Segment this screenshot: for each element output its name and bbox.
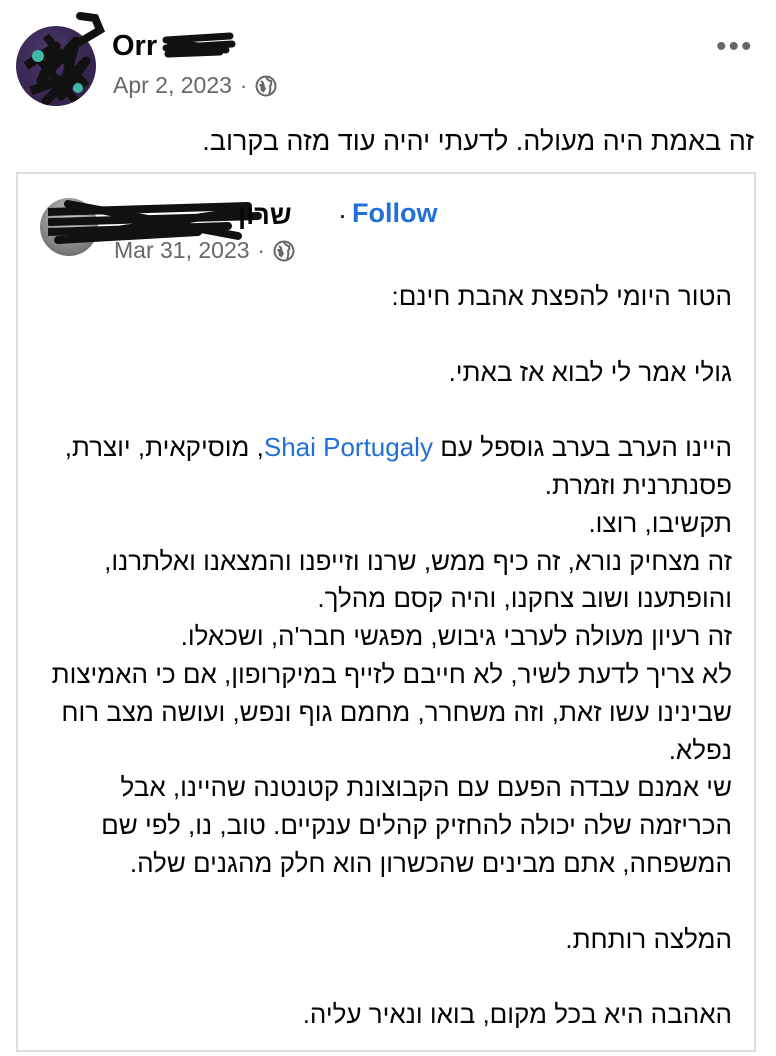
follow-button[interactable]: Follow <box>352 198 437 229</box>
body-text: היינו הערב בערב גוספל עם <box>432 432 732 463</box>
body-line: זה מצחיק נורא, זה כיף ממש, שרנו וזייפנו … <box>104 545 732 614</box>
shared-meta-separator: · <box>257 237 265 263</box>
globe-icon[interactable] <box>255 75 277 97</box>
name-redaction-scribble <box>162 32 236 58</box>
shared-post-meta: Mar 31, 2023 · <box>114 237 295 264</box>
meta-separator: · <box>239 72 248 98</box>
shared-post-date[interactable]: Mar 31, 2023 <box>114 237 250 264</box>
post-meta: Apr 2, 2023 · <box>113 72 277 99</box>
body-line: שי אמנם עבדה הפעם עם הקבוצונת קטנטנה שהי… <box>101 772 732 878</box>
body-line: לא צריך לדעת לשיר, לא חייבם לזייף במיקרו… <box>51 658 732 765</box>
body-line-with-mention: היינו הערב בערב גוספל עם Shai Portugaly,… <box>32 429 732 505</box>
body-line: זה רעיון מעולה לערבי גיבוש, מפגשי חבר'ה,… <box>180 621 732 652</box>
avatar-redaction-overflow <box>71 12 106 49</box>
shared-post-body: הטור היומי להפצת אהבת חינם: גולי אמר לי … <box>32 278 732 1034</box>
post-date[interactable]: Apr 2, 2023 <box>113 72 232 99</box>
more-options-icon[interactable]: ••• <box>716 30 754 64</box>
post-text: זה באמת היה מעולה. לדעתי יהיה עוד מזה בק… <box>202 126 754 156</box>
shared-header-separator: · <box>338 200 347 230</box>
body-line: האהבה היא בכל מקום, בואו ונאיר עליה. <box>302 999 732 1030</box>
body-line: גולי אמר לי לבוא אז באתי. <box>448 356 732 387</box>
globe-icon[interactable] <box>273 240 295 262</box>
body-line: תקשיבו, רוצו. <box>588 507 732 538</box>
post-author-name[interactable]: Orr <box>112 30 157 63</box>
shared-post-card[interactable]: שרון · Follow Mar 31, 2023 · הטור היומי … <box>16 172 756 1052</box>
mention-link[interactable]: Shai Portugaly <box>264 432 433 462</box>
shared-author-name[interactable]: שרון <box>238 200 292 231</box>
body-line: הטור היומי להפצת אהבת חינם: <box>391 281 732 311</box>
body-line: המלצה רותחת. <box>565 923 732 954</box>
